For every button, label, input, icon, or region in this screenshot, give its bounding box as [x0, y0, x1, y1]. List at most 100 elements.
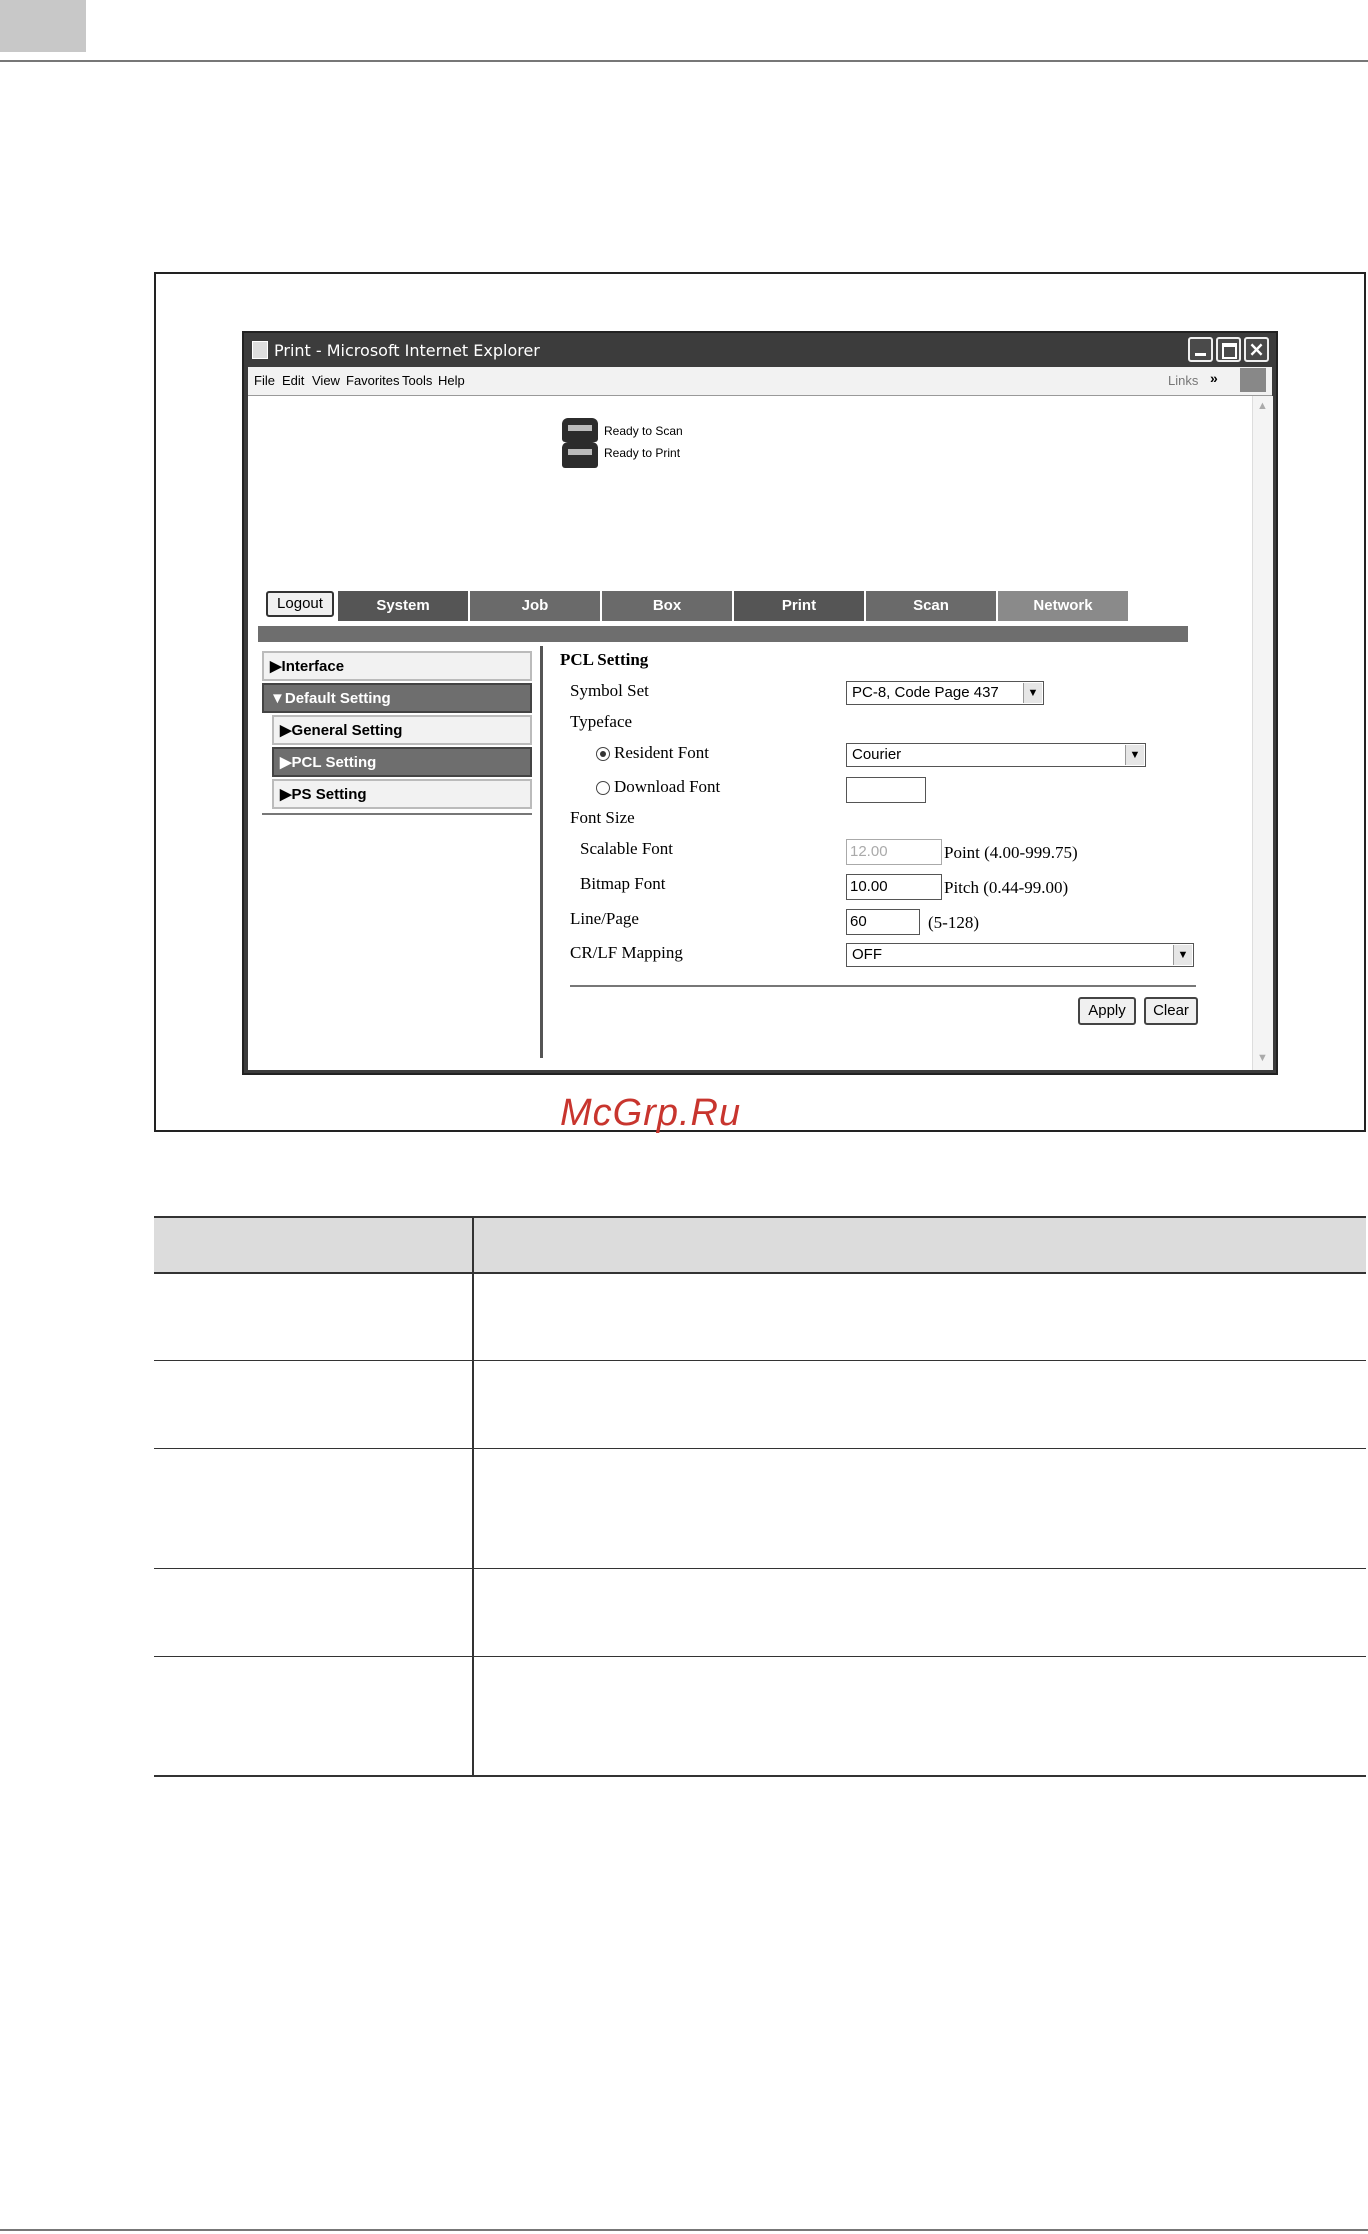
typeface-label: Typeface: [570, 712, 633, 731]
nav-ps-setting-label: PS Setting: [291, 786, 367, 803]
close-icon[interactable]: ×: [1244, 337, 1269, 362]
table-row: [154, 1273, 1366, 1361]
tab-print[interactable]: Print: [734, 591, 866, 621]
minimize-icon[interactable]: [1188, 337, 1213, 362]
tab-box[interactable]: Box: [602, 591, 734, 621]
table-header-cell: [154, 1216, 474, 1274]
form-title: PCL Setting: [560, 650, 649, 669]
scalable-font-input[interactable]: 12.00: [846, 839, 942, 865]
panel-divider: [540, 646, 543, 1058]
crlf-select[interactable]: OFF ▼: [846, 943, 1194, 967]
bitmap-font-range: Pitch (0.44-99.00): [944, 878, 1069, 897]
page-corner-block: [0, 0, 86, 52]
vertical-scrollbar[interactable]: ▲ ▼: [1252, 396, 1273, 1070]
page-header-rule: [0, 60, 1368, 62]
scalable-font-label: Scalable Font: [580, 839, 674, 858]
table-row: [154, 1656, 1366, 1777]
nav-open-icon: ▼: [270, 690, 285, 707]
nav-interface-label: Interface: [281, 658, 345, 675]
scanner-icon: [562, 418, 598, 442]
nav-closed-icon: ▶: [270, 658, 282, 675]
nav-ps-setting[interactable]: ▶PS Setting: [272, 779, 532, 809]
nav-closed-icon: ▶: [280, 722, 292, 739]
line-page-range: (5-128): [928, 913, 979, 932]
table-cell: [473, 1360, 1366, 1449]
dropdown-arrow-icon[interactable]: ▼: [1173, 945, 1192, 965]
menu-view[interactable]: View: [312, 373, 340, 388]
apply-button[interactable]: Apply: [1078, 997, 1136, 1025]
table-header-cell: [473, 1216, 1366, 1274]
resident-font-label: Resident Font: [614, 743, 709, 762]
table-cell: [154, 1568, 474, 1657]
page-content: Ready to Scan Ready to Print Logout Syst…: [248, 396, 1273, 1070]
nav-default-setting-label: Default Setting: [284, 690, 391, 707]
browser-window: Print - Microsoft Internet Explorer × Fi…: [242, 331, 1278, 1075]
nav-pcl-setting-label: PCL Setting: [291, 754, 377, 771]
table-cell: [473, 1448, 1366, 1569]
download-font-input[interactable]: [846, 777, 926, 803]
window-title: Print - Microsoft Internet Explorer: [274, 341, 540, 360]
tab-network[interactable]: Network: [998, 591, 1130, 621]
menu-favorites[interactable]: Favorites: [346, 373, 399, 388]
table-cell: [473, 1273, 1366, 1361]
line-page-label: Line/Page: [570, 909, 639, 928]
windows-flag-icon: [1240, 368, 1266, 392]
maximize-icon[interactable]: [1216, 337, 1241, 362]
scalable-font-range: Point (4.00-999.75): [944, 843, 1078, 862]
tab-scan[interactable]: Scan: [866, 591, 998, 621]
table-row: [154, 1448, 1366, 1569]
menu-file[interactable]: File: [254, 373, 275, 388]
table-row: [154, 1360, 1366, 1449]
crlf-value: OFF: [852, 946, 882, 963]
printer-icon: [562, 442, 598, 468]
nav-closed-icon: ▶: [280, 786, 292, 803]
line-page-input[interactable]: 60: [846, 909, 920, 935]
bitmap-font-label: Bitmap Font: [580, 874, 666, 893]
nav-general-setting-label: General Setting: [291, 722, 403, 739]
menu-tools[interactable]: Tools: [402, 373, 432, 388]
resident-font-select[interactable]: Courier ▼: [846, 743, 1146, 767]
links-chevron-icon[interactable]: »: [1210, 370, 1218, 386]
font-size-label: Font Size: [570, 808, 635, 827]
nav-general-setting[interactable]: ▶General Setting: [272, 715, 532, 745]
table-header-row: [154, 1216, 1366, 1274]
table-cell: [154, 1448, 474, 1569]
menu-edit[interactable]: Edit: [282, 373, 304, 388]
status-print: Ready to Print: [604, 446, 681, 460]
nav-default-setting[interactable]: ▼Default Setting: [262, 683, 532, 713]
form-divider: [570, 985, 1196, 987]
symbol-set-label: Symbol Set: [570, 681, 649, 700]
table-cell: [473, 1656, 1366, 1777]
resident-font-value: Courier: [852, 746, 902, 763]
scroll-up-icon[interactable]: ▲: [1256, 400, 1269, 413]
description-table: [154, 1216, 1366, 1777]
menu-bar: File Edit View Favorites Tools Help Link…: [248, 367, 1272, 396]
nav-interface[interactable]: ▶Interface: [262, 651, 532, 681]
dropdown-arrow-icon[interactable]: ▼: [1023, 683, 1042, 703]
symbol-set-value: PC-8, Code Page 437: [852, 684, 999, 701]
watermark-text: McGrp.Ru: [560, 1092, 742, 1134]
download-font-label: Download Font: [614, 777, 721, 796]
nav-pcl-setting[interactable]: ▶PCL Setting: [272, 747, 532, 777]
nav-bottom-rule: [262, 813, 532, 815]
table-cell: [473, 1568, 1366, 1657]
menu-help[interactable]: Help: [438, 373, 465, 388]
dropdown-arrow-icon[interactable]: ▼: [1125, 745, 1144, 765]
ie-page-icon: [252, 341, 268, 359]
bitmap-font-input[interactable]: 10.00: [846, 874, 942, 900]
page-footer-rule: [0, 2229, 1368, 2231]
links-label[interactable]: Links: [1168, 373, 1198, 388]
tab-job[interactable]: Job: [470, 591, 602, 621]
table-cell: [154, 1273, 474, 1361]
symbol-set-select[interactable]: PC-8, Code Page 437 ▼: [846, 681, 1044, 705]
logout-button[interactable]: Logout: [266, 591, 334, 617]
scroll-down-icon[interactable]: ▼: [1256, 1052, 1269, 1065]
clear-button[interactable]: Clear: [1144, 997, 1198, 1025]
tab-underline-bar: [258, 626, 1188, 642]
table-cell: [154, 1656, 474, 1777]
crlf-label: CR/LF Mapping: [570, 943, 683, 962]
download-font-radio[interactable]: [596, 781, 610, 795]
resident-font-radio[interactable]: [596, 747, 610, 761]
table-cell: [154, 1360, 474, 1449]
tab-system[interactable]: System: [338, 591, 470, 621]
